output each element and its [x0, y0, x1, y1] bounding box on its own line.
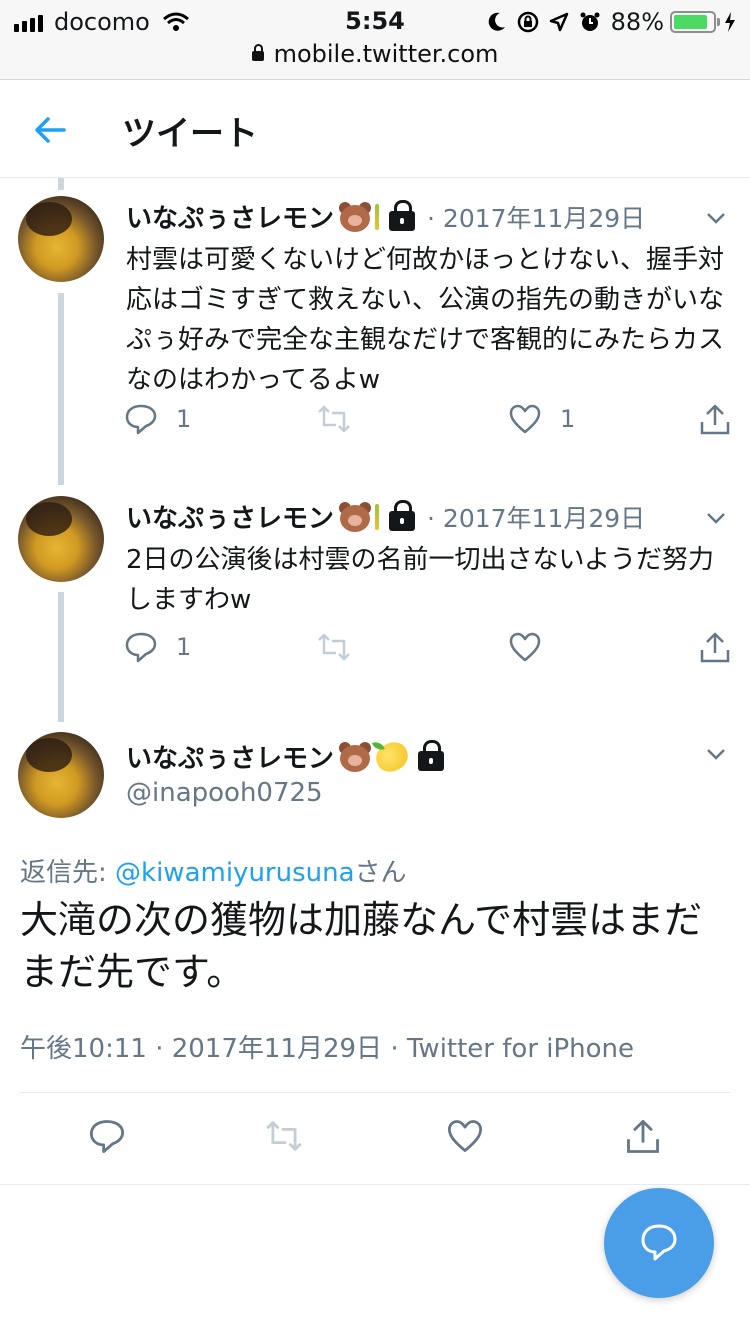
- reply-context: 返信先: @kiwamiyurusunaさん: [20, 852, 407, 889]
- url-text: mobile.twitter.com: [273, 40, 499, 68]
- reply-suffix: さん: [354, 858, 407, 888]
- tweet-date-text: 2017年11月29日: [442, 503, 646, 533]
- retweet-button[interactable]: [264, 1118, 304, 1154]
- reply-icon: [125, 632, 157, 663]
- display-name[interactable]: いなぷぅさレモン: [126, 498, 334, 535]
- protected-lock-icon: [418, 739, 445, 771]
- secure-lock-icon: [251, 44, 264, 61]
- reply-count: 1: [176, 633, 192, 661]
- lemon-emoji: [375, 503, 380, 530]
- chevron-down-icon[interactable]: [704, 506, 728, 530]
- reply-count: 1: [176, 405, 192, 433]
- share-button[interactable]: [698, 631, 732, 665]
- bear-emoji: [338, 201, 372, 232]
- moon-icon: [488, 12, 505, 31]
- charging-icon: [725, 12, 735, 32]
- page-title: ツイート: [122, 114, 258, 154]
- tweet-actions: 1: [124, 631, 734, 671]
- share-button[interactable]: [624, 1118, 662, 1156]
- page-header: ツイート: [0, 80, 750, 178]
- divider: [20, 1092, 730, 1093]
- reply-icon: [641, 1224, 677, 1261]
- retweet-button[interactable]: [316, 631, 352, 663]
- heart-icon: [509, 632, 541, 662]
- share-button[interactable]: [698, 403, 732, 437]
- tweet-actions: 1 1: [124, 403, 734, 443]
- heart-icon: [509, 404, 541, 434]
- avatar[interactable]: [18, 496, 104, 582]
- user-handle[interactable]: @inapooh0725: [126, 778, 323, 808]
- reply-icon: [125, 404, 157, 435]
- retweet-icon: [318, 405, 350, 433]
- share-icon: [627, 1119, 659, 1153]
- share-icon: [700, 404, 730, 435]
- rotation-lock-icon: [517, 11, 538, 33]
- battery-icon: [670, 11, 720, 33]
- main-tweet-actions: [88, 1118, 688, 1158]
- chevron-down-icon[interactable]: [704, 206, 728, 230]
- avatar[interactable]: [18, 732, 104, 818]
- location-icon: [549, 12, 568, 32]
- like-button[interactable]: [508, 631, 542, 663]
- reply-icon: [89, 1120, 125, 1154]
- status-right: 88%: [477, 8, 736, 36]
- heart-icon: [447, 1120, 483, 1152]
- reply-button[interactable]: 1: [124, 403, 191, 435]
- like-button[interactable]: 1: [508, 403, 575, 435]
- divider: [0, 1184, 750, 1185]
- reply-mention-link[interactable]: @kiwamiyurusuna: [115, 858, 355, 888]
- like-count: 1: [560, 405, 576, 433]
- display-name[interactable]: いなぷぅさレモン: [126, 738, 334, 775]
- thread-connector: [58, 178, 64, 190]
- tweet-header: いなぷぅさレモン · 2017年11月29日: [126, 198, 645, 235]
- lemon-emoji: [372, 737, 412, 776]
- retweet-icon: [318, 633, 350, 661]
- battery-fill: [674, 15, 708, 29]
- display-name[interactable]: いなぷぅさレモン: [126, 198, 334, 235]
- thread-tweet[interactable]: いなぷぅさレモン · 2017年11月29日 2日の公演後は村雲の名前一切出さな…: [0, 496, 750, 696]
- retweet-icon: [266, 1121, 302, 1151]
- protected-lock-icon: [389, 199, 416, 231]
- like-button[interactable]: [446, 1118, 484, 1154]
- thread-tweet[interactable]: いなぷぅさレモン · 2017年11月29日 村雲は可愛くないけど何故かほっとけ…: [0, 196, 750, 476]
- reply-button[interactable]: 1: [124, 631, 191, 663]
- reply-prefix: 返信先:: [20, 858, 116, 888]
- retweet-button[interactable]: [316, 403, 352, 435]
- tweet-date[interactable]: · 2017年11月29日: [427, 199, 645, 235]
- main-tweet: いなぷぅさレモン @inapooh0725: [0, 732, 750, 832]
- lemon-emoji: [375, 203, 380, 230]
- avatar[interactable]: [18, 196, 104, 282]
- share-icon: [700, 632, 730, 663]
- reply-button[interactable]: [88, 1118, 126, 1154]
- chevron-down-icon[interactable]: [704, 742, 728, 766]
- tweet-meta: 午後10:11 · 2017年11月29日 · Twitter for iPho…: [20, 1034, 635, 1064]
- tweet-date-text: 2017年11月29日: [442, 203, 646, 233]
- tweet-header: いなぷぅさレモン · 2017年11月29日: [126, 498, 645, 535]
- address-bar[interactable]: mobile.twitter.com: [0, 40, 750, 68]
- back-arrow-icon[interactable]: [30, 110, 70, 150]
- protected-lock-icon: [389, 499, 416, 531]
- alarm-icon: [580, 12, 600, 31]
- battery-percent: 88%: [610, 8, 664, 36]
- tweet-date[interactable]: · 2017年11月29日: [427, 499, 645, 535]
- bear-emoji: [338, 501, 372, 532]
- tweet-text: 村雲は可愛くないけど何故かほっとけない、握手対応はゴミすぎて救えない、公演の指先…: [126, 245, 725, 395]
- status-bar: docomo 5:54 88% mobile.twitter.com: [0, 0, 750, 80]
- tweet-text: 2日の公演後は村雲の名前一切出さないようだ努力しますわw: [126, 545, 715, 615]
- compose-reply-button[interactable]: [604, 1188, 714, 1298]
- bear-emoji: [338, 741, 372, 772]
- main-tweet-text: 大滝の次の獲物は加藤なんで村雲はまだまだ先です。: [20, 898, 703, 994]
- tweet-header: いなぷぅさレモン: [126, 737, 445, 776]
